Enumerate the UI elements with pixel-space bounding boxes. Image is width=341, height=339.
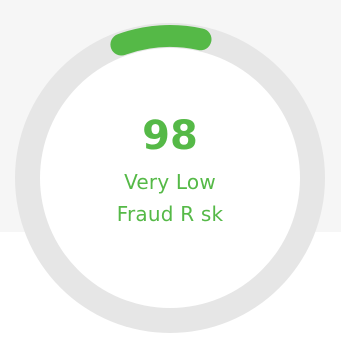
- fraud-score-value: 98: [142, 113, 198, 159]
- gauge-progress-arc: [110, 25, 212, 56]
- risk-rating-sublabel: Fraud R sk: [116, 202, 224, 226]
- risk-rating-label: Very Low: [124, 170, 216, 194]
